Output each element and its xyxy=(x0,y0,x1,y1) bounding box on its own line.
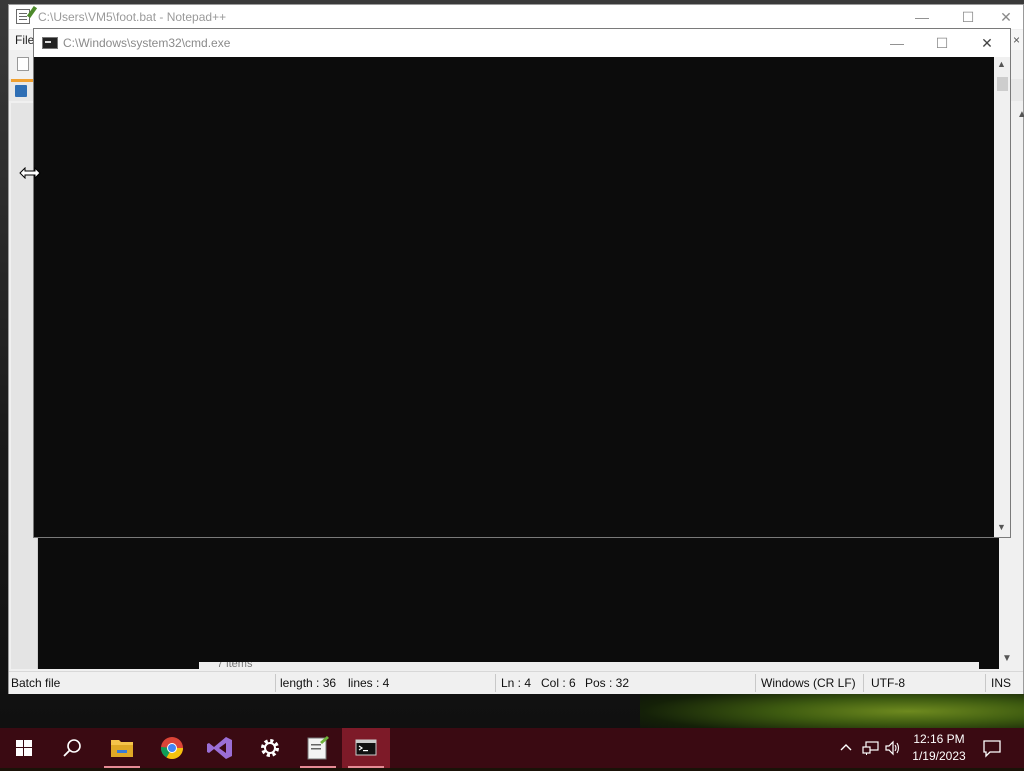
status-col: Col : 6 xyxy=(541,676,576,690)
gear-icon xyxy=(261,739,279,757)
notepadpp-maximize-button[interactable]: ☐ xyxy=(945,5,991,29)
taskbar-notepadpp[interactable] xyxy=(294,728,342,768)
scroll-down-icon[interactable]: ▼ xyxy=(997,522,1006,532)
notepadpp-minimize-button[interactable]: — xyxy=(899,5,945,29)
notepadpp-titlebar[interactable]: C:\Users\VM5\foot.bat - Notepad++ — ☐ ✕ xyxy=(9,5,1023,29)
visual-studio-icon xyxy=(207,737,232,759)
notepadpp-close-button[interactable]: ✕ xyxy=(989,5,1023,29)
cmd-maximize-button[interactable]: ☐ xyxy=(919,29,965,57)
console-vertical-scrollbar[interactable] xyxy=(994,57,1010,537)
status-eol[interactable]: Windows (CR LF) xyxy=(761,676,856,690)
status-separator xyxy=(985,674,986,692)
taskbar: 12:16 PM 1/19/2023 xyxy=(0,728,1024,768)
taskbar-file-explorer[interactable] xyxy=(98,728,146,768)
status-separator xyxy=(495,674,496,692)
status-separator xyxy=(275,674,276,692)
search-button[interactable] xyxy=(48,728,96,768)
menu-file[interactable]: File xyxy=(15,33,34,47)
status-separator xyxy=(863,674,864,692)
clock-time[interactable]: 12:16 PM xyxy=(900,732,978,746)
close-document-icon[interactable]: × xyxy=(1013,33,1020,47)
start-button[interactable] xyxy=(0,728,48,768)
chevron-up-icon[interactable] xyxy=(838,740,854,756)
cmd-minimize-button[interactable]: — xyxy=(874,29,920,57)
status-lines: lines : 4 xyxy=(348,676,390,690)
taskbar-chrome[interactable] xyxy=(148,728,196,768)
new-file-icon[interactable] xyxy=(17,57,29,71)
status-mode: INS xyxy=(991,676,1012,690)
status-pos: Pos : 32 xyxy=(585,676,630,690)
cmd-title: C:\Windows\system32\cmd.exe xyxy=(63,36,231,50)
notification-icon[interactable] xyxy=(982,738,1002,758)
cmd-titlebar[interactable]: C:\Windows\system32\cmd.exe — ☐ ✕ xyxy=(34,29,1010,57)
windows-logo-icon xyxy=(16,740,32,756)
taskbar-settings[interactable] xyxy=(246,728,294,768)
cmd-window[interactable]: C:\Windows\system32\cmd.exe — ☐ ✕ ▲ ▼ xyxy=(33,28,1011,538)
taskbar-visual-studio[interactable] xyxy=(196,728,244,768)
console-scroll-thumb[interactable] xyxy=(997,77,1008,91)
status-encoding[interactable]: UTF-8 xyxy=(871,676,905,690)
search-icon xyxy=(63,739,81,757)
scroll-up-icon[interactable]: ▲ xyxy=(1017,109,1024,120)
chrome-icon xyxy=(161,737,183,759)
cmd-close-button[interactable]: ✕ xyxy=(964,29,1010,57)
status-length: length : 36 xyxy=(280,676,337,690)
resize-horizontal-cursor-icon xyxy=(19,167,41,179)
clock-date[interactable]: 1/19/2023 xyxy=(900,749,978,763)
folder-icon xyxy=(111,740,133,757)
status-separator xyxy=(755,674,756,692)
items-count: 7 items xyxy=(217,662,253,670)
scroll-down-icon[interactable]: ▼ xyxy=(1002,653,1012,664)
notepadpp-title: C:\Users\VM5\foot.bat - Notepad++ xyxy=(38,10,227,24)
notepadpp-icon xyxy=(16,9,30,24)
status-filetype: Batch file xyxy=(11,676,61,690)
status-ln: Ln : 4 xyxy=(501,676,532,690)
scroll-up-icon[interactable]: ▲ xyxy=(997,59,1006,69)
cmd-icon xyxy=(42,37,58,49)
save-icon xyxy=(15,85,27,97)
network-icon[interactable] xyxy=(862,739,880,757)
console-area[interactable] xyxy=(34,57,994,537)
notepadpp-icon xyxy=(307,736,329,760)
terminal-icon xyxy=(355,739,377,756)
statusbar: Batch file length : 36 lines : 4 Ln : 4 … xyxy=(9,671,1023,694)
taskbar-cmd[interactable] xyxy=(342,728,390,768)
active-tab-indicator xyxy=(11,79,35,82)
